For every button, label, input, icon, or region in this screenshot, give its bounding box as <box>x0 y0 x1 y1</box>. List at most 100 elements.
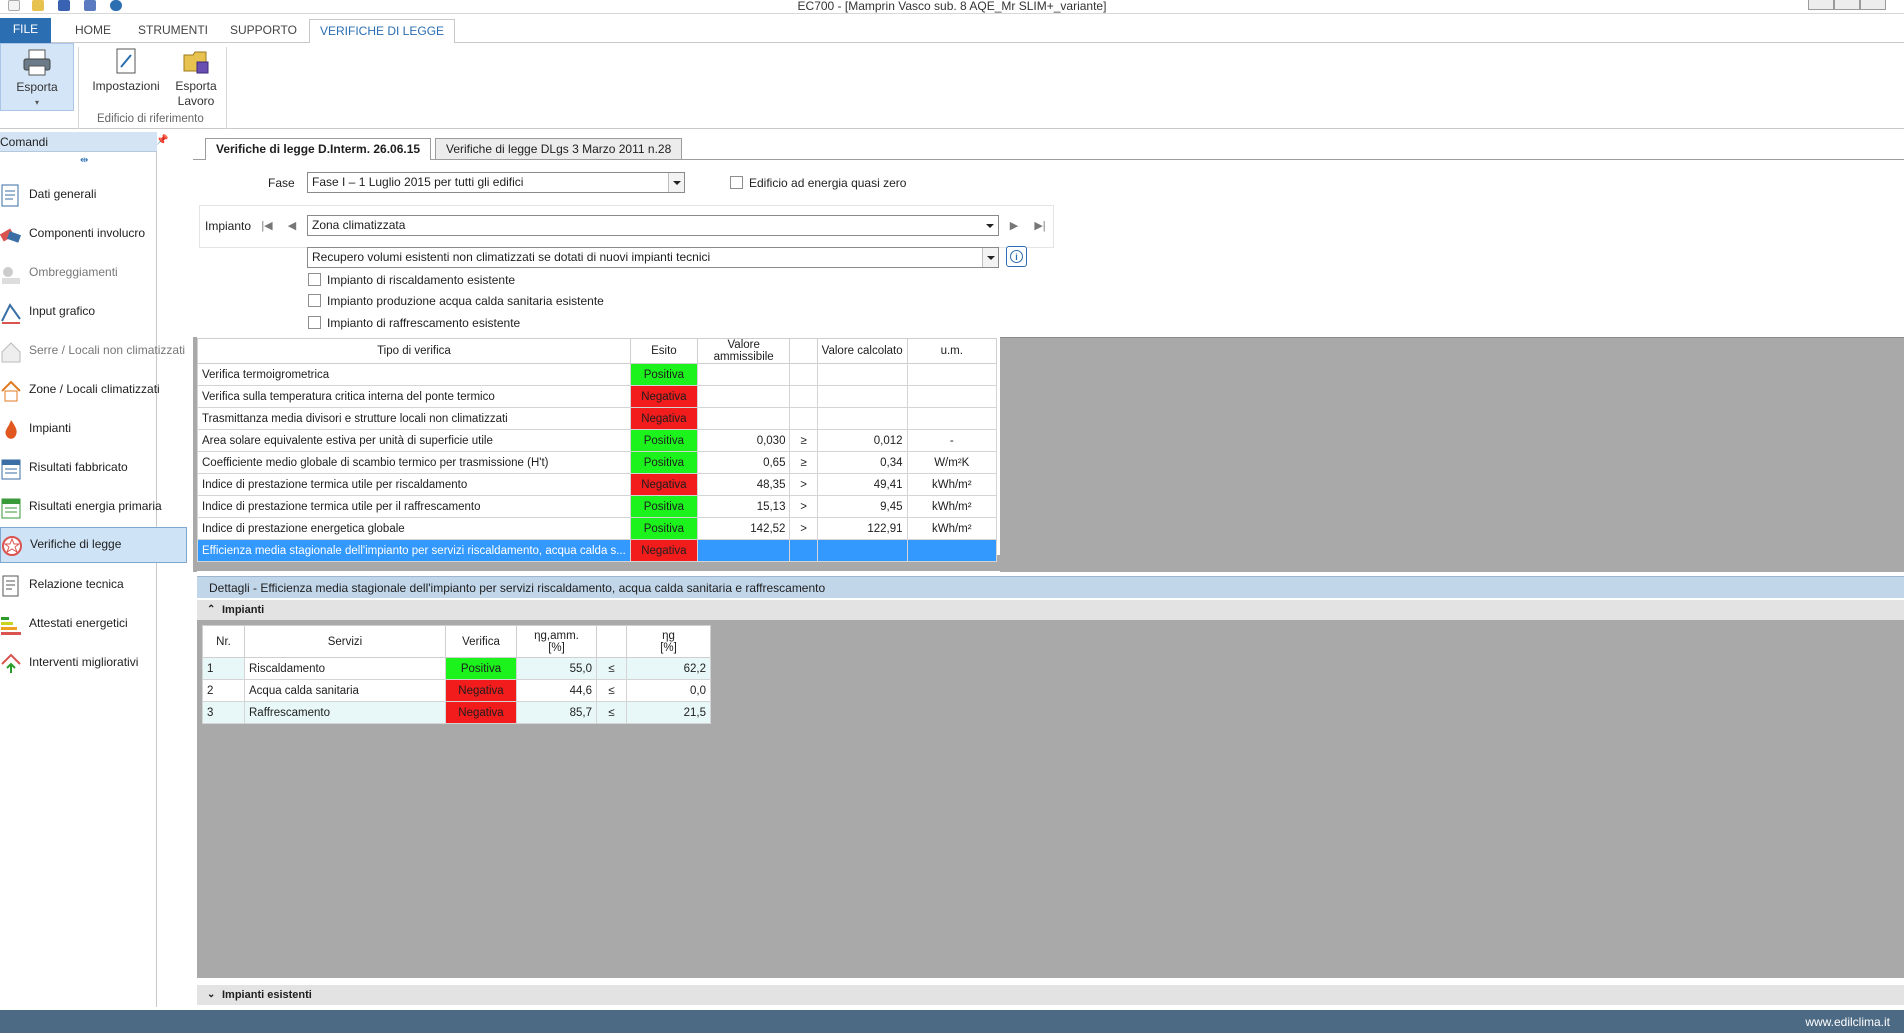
tab-verifiche-dlgs[interactable]: Verifiche di legge DLgs 3 Marzo 2011 n.2… <box>435 138 683 160</box>
sidebar-item-attestati-energetici[interactable]: Attestati energetici <box>0 607 187 641</box>
intervento-select[interactable]: Recupero volumi esistenti non climatizza… <box>307 247 999 268</box>
first-record-icon[interactable]: |◀ <box>260 219 274 233</box>
fase-label: Fase <box>268 176 295 190</box>
sidebar-item-serre-locali[interactable]: Serre / Locali non climatizzati <box>0 334 187 368</box>
esito-cell: Positiva <box>629 363 698 386</box>
tab-strumenti[interactable]: STRUMENTI <box>128 19 218 43</box>
table-row-selected[interactable]: Efficienza media stagionale dell'impiant… <box>197 539 998 562</box>
table-row[interactable]: Verifica termoigrometrica Positiva <box>197 363 998 386</box>
maximize-button[interactable] <box>1834 0 1860 10</box>
sidebar-item-relazione-tecnica[interactable]: Relazione tecnica <box>0 568 187 602</box>
verifica-cell: Positiva <box>445 657 517 680</box>
servizio-cell: Raffrescamento <box>244 701 446 724</box>
col-header-operatore[interactable] <box>596 625 627 658</box>
seal-icon <box>2 536 22 556</box>
tab-verifiche-di-legge[interactable]: VERIFICHE DI LEGGE <box>309 19 456 44</box>
operator-cell <box>789 407 818 430</box>
sidebar-item-interventi-migliorativi[interactable]: Interventi migliorativi <box>0 646 187 680</box>
ng-amm-cell: 85,7 <box>516 701 597 724</box>
sidebar-item-risultati-energia[interactable]: Risultati energia primaria <box>0 490 187 524</box>
esito-cell: Positiva <box>629 517 698 540</box>
next-record-icon[interactable]: ▶ <box>1007 219 1021 233</box>
check-riscaldamento-esistente[interactable] <box>308 273 321 286</box>
esito-cell: Negativa <box>629 407 698 430</box>
minimize-button[interactable] <box>1808 0 1834 10</box>
info-button[interactable]: i <box>1006 246 1027 267</box>
check-acs-label: Impianto produzione acqua calda sanitari… <box>327 294 604 308</box>
table-row[interactable]: Verifica sulla temperatura critica inter… <box>197 385 998 408</box>
table-row[interactable]: 1 Riscaldamento Positiva 55,0 ≤ 62,2 <box>202 657 711 680</box>
operator-cell: ≥ <box>789 429 818 452</box>
website-link[interactable]: www.edilclima.it <box>1805 1015 1890 1029</box>
impostazioni-button[interactable]: Impostazioni <box>90 47 162 94</box>
sidebar-item-label: Risultati fabbricato <box>29 460 128 474</box>
col-header-ng-amm[interactable]: ηg,amm. [%] <box>516 625 597 658</box>
ng-amm-cell: 44,6 <box>516 679 597 702</box>
fase-select[interactable]: Fase I – 1 Luglio 2015 per tutti gli edi… <box>307 172 685 193</box>
sidebar-item-impianti[interactable]: Impianti <box>0 412 187 446</box>
esporta-button[interactable]: Esporta ▾ <box>0 43 74 111</box>
servizio-cell: Riscaldamento <box>244 657 446 680</box>
ng-amm-symbol: ηg,amm. <box>534 629 579 642</box>
ammissibile-cell <box>696 363 791 386</box>
esporta-lavoro-button[interactable]: Esporta Lavoro <box>170 47 222 109</box>
sidebar-item-risultati-fabbricato[interactable]: Risultati fabbricato <box>0 451 187 485</box>
check-acs-esistente[interactable] <box>308 294 321 307</box>
previous-record-icon[interactable]: ◀ <box>285 219 299 233</box>
table-row[interactable]: Coefficiente medio globale di scambio te… <box>197 451 998 474</box>
calculator-icon <box>1 459 21 480</box>
nzeb-checkbox[interactable] <box>730 176 743 189</box>
calcolato-cell: 122,91 <box>816 517 908 540</box>
window-title: EC700 - [Mamprin Vasco sub. 8 AQE_Mr SLI… <box>797 0 1107 13</box>
col-header-um[interactable]: u.m. <box>906 338 998 364</box>
ng-amm-unit: [%] <box>548 641 565 654</box>
esporta-lavoro-label-1: Esporta <box>175 79 217 93</box>
sidebar-item-label: Risultati energia primaria <box>29 499 162 513</box>
impianto-select[interactable]: Zona climatizzata <box>307 215 999 236</box>
close-button[interactable] <box>1860 0 1886 10</box>
sidebar-item-dati-generali[interactable]: Dati generali <box>0 178 187 212</box>
tab-file[interactable]: FILE <box>0 18 51 43</box>
table-row[interactable]: 3 Raffrescamento Negativa 85,7 ≤ 21,5 <box>202 701 711 724</box>
ribbon-group-label: Edificio di riferimento <box>97 113 204 125</box>
sidebar-item-zone-locali[interactable]: Zone / Locali climatizzati <box>0 373 187 407</box>
collapse-icon[interactable]: ⇹ <box>80 155 88 166</box>
table-row[interactable]: 2 Acqua calda sanitaria Negativa 44,6 ≤ … <box>202 679 711 702</box>
tab-supporto[interactable]: SUPPORTO <box>220 19 307 43</box>
col-header-valore-ammissibile[interactable]: Valore ammissibile <box>696 338 791 364</box>
tab-home[interactable]: HOME <box>65 19 121 43</box>
col-header-tipo[interactable]: Tipo di verifica <box>197 338 631 364</box>
col-header-esito[interactable]: Esito <box>629 338 698 364</box>
ng-unit: [%] <box>660 641 677 654</box>
col-header-valore-calcolato[interactable]: Valore calcolato <box>816 338 908 364</box>
esito-cell: Negativa <box>629 385 698 408</box>
sidebar-item-ombreggiamenti[interactable]: Ombreggiamenti <box>0 256 187 290</box>
col-header-verifica[interactable]: Verifica <box>445 625 517 658</box>
esito-cell: Negativa <box>629 539 698 562</box>
sidebar-item-componenti-involucro[interactable]: Componenti involucro <box>0 217 187 251</box>
check-raffrescamento-esistente[interactable] <box>308 316 321 329</box>
col-header-servizi[interactable]: Servizi <box>244 625 446 658</box>
impianti-section-header[interactable]: ⌃ Impianti <box>197 600 1904 620</box>
verifica-cell: Negativa <box>445 679 517 702</box>
sidebar-item-label: Componenti involucro <box>29 226 146 240</box>
tipo-cell: Indice di prestazione energetica globale <box>197 517 631 540</box>
last-record-icon[interactable]: ▶| <box>1033 219 1047 233</box>
sidebar-item-verifiche-di-legge[interactable]: Verifiche di legge <box>0 527 187 563</box>
impianto-value: Zona climatizzata <box>312 218 406 232</box>
pin-icon[interactable]: 📌 <box>156 135 168 146</box>
tab-verifiche-dinterm[interactable]: Verifiche di legge D.Interm. 26.06.15 <box>205 138 432 160</box>
sidebar-item-input-grafico[interactable]: Input grafico <box>0 295 187 329</box>
energy-class-icon <box>1 617 21 635</box>
table-row[interactable]: Area solare equivalente estiva per unità… <box>197 429 998 452</box>
impianti-esistenti-section-header[interactable]: ⌄ Impianti esistenti <box>197 985 1904 1005</box>
table-header-row: Nr. Servizi Verifica ηg,amm. [%] ηg [%] <box>202 625 711 658</box>
col-header-operatore[interactable] <box>789 338 818 364</box>
col-header-nr[interactable]: Nr. <box>202 625 245 658</box>
table-row[interactable]: Indice di prestazione termica utile per … <box>197 495 998 518</box>
sidebar-item-label: Ombreggiamenti <box>29 265 118 279</box>
table-row[interactable]: Indice di prestazione termica utile per … <box>197 473 998 496</box>
col-header-ng[interactable]: ηg [%] <box>626 625 711 658</box>
table-row[interactable]: Trasmittanza media divisori e strutture … <box>197 407 998 430</box>
table-row[interactable]: Indice di prestazione energetica globale… <box>197 517 998 540</box>
